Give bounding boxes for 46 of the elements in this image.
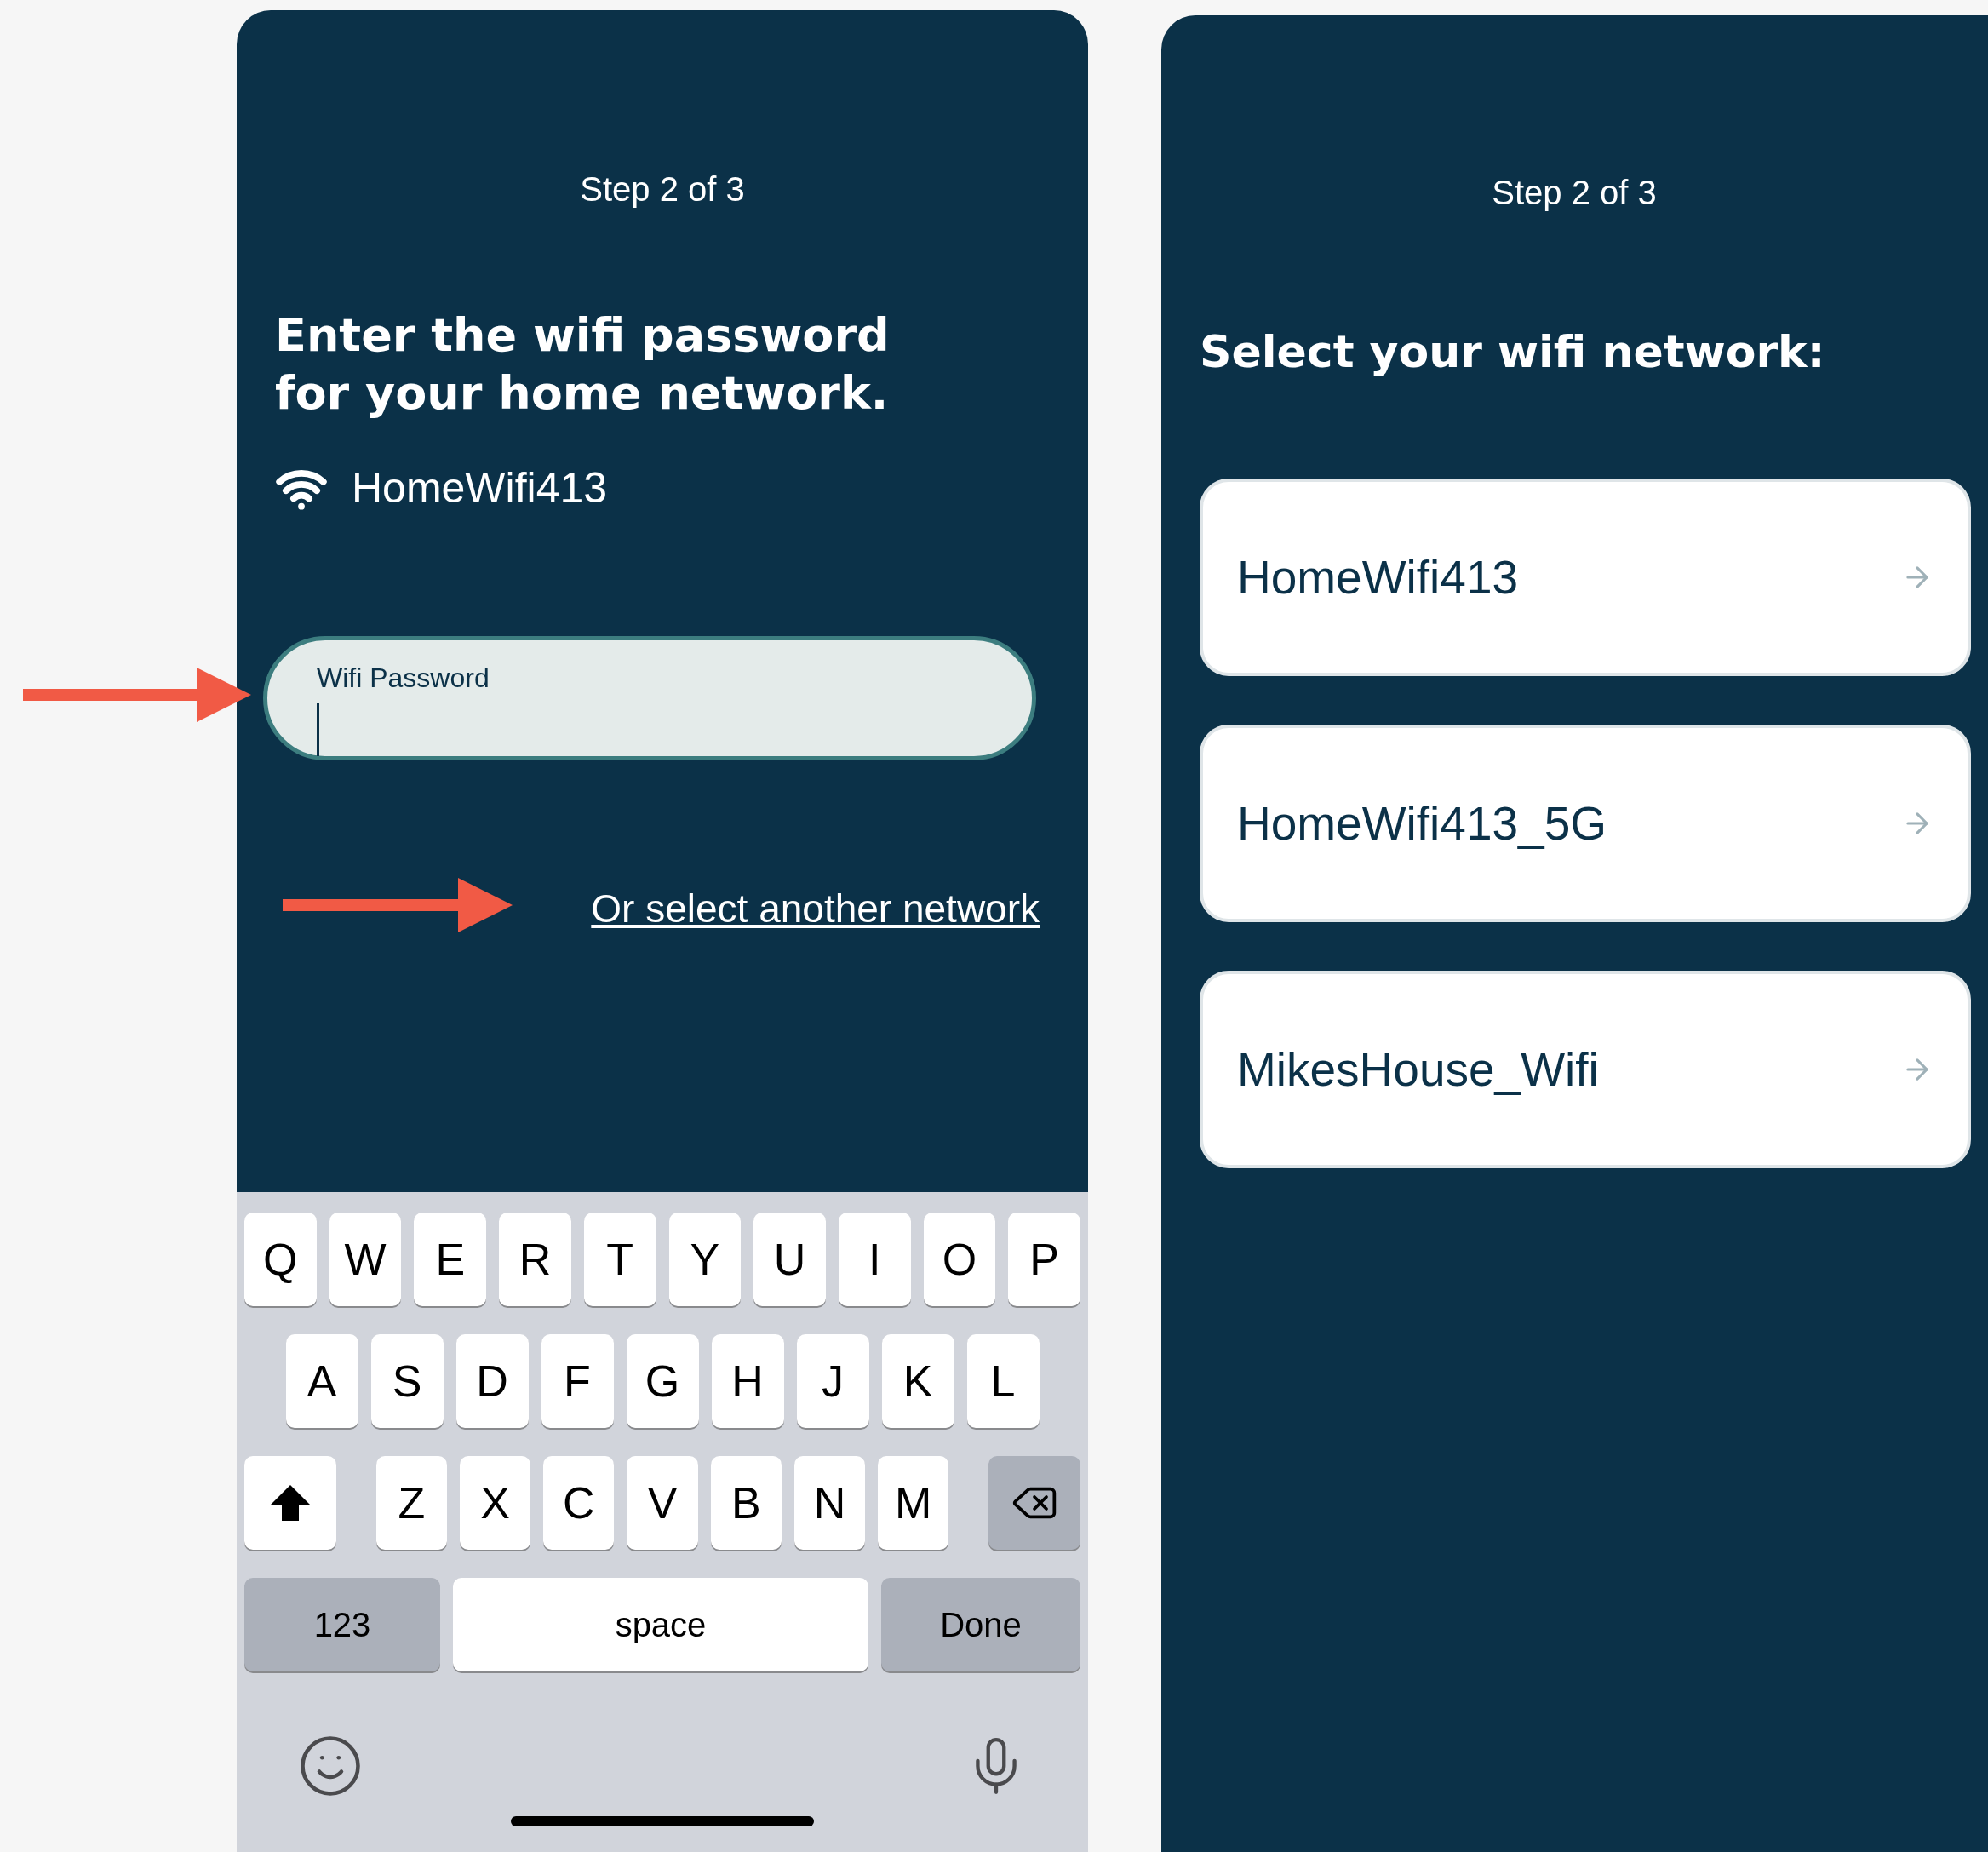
network-name: HomeWifi413	[352, 463, 608, 513]
text-cursor	[317, 703, 319, 756]
keyboard-key[interactable]: M	[878, 1456, 949, 1550]
keyboard-key[interactable]: G	[626, 1334, 699, 1428]
keyboard-key[interactable]: R	[499, 1213, 571, 1306]
keyboard-key[interactable]: H	[711, 1334, 784, 1428]
keyboard-key[interactable]: O	[923, 1213, 996, 1306]
page-heading: Enter the wifi password for your home network.	[275, 307, 891, 421]
step-indicator: Step 2 of 3	[1491, 173, 1658, 213]
select-network-link[interactable]: Or select another network	[591, 880, 1040, 938]
field-label: Wifi Password	[317, 662, 490, 695]
network-card[interactable]: HomeWifi413_5G	[1200, 725, 1971, 922]
keyboard-key[interactable]: E	[414, 1213, 487, 1306]
keyboard-key[interactable]: V	[627, 1456, 698, 1550]
keyboard-key[interactable]: T	[583, 1213, 656, 1306]
keyboard-key[interactable]: W	[329, 1213, 402, 1306]
network-card[interactable]: HomeWifi413	[1200, 479, 1971, 676]
page-heading: Select your wifi network:	[1200, 325, 1826, 379]
keyboard-key[interactable]: I	[838, 1213, 911, 1306]
network-name: HomeWifi413	[1237, 549, 1519, 605]
keyboard-key[interactable]: S	[370, 1334, 444, 1428]
network-name: HomeWifi413_5G	[1237, 795, 1607, 851]
keyboard-key[interactable]: J	[796, 1334, 869, 1428]
keyboard-key[interactable]: A	[285, 1334, 358, 1428]
keyboard-key[interactable]: U	[753, 1213, 826, 1306]
keyboard-key[interactable]: K	[881, 1334, 954, 1428]
keyboard-key[interactable]: D	[455, 1334, 529, 1428]
done-key[interactable]: Done	[881, 1578, 1080, 1671]
keyboard-key[interactable]: Z	[375, 1456, 447, 1550]
network-name: MikesHouse_Wifi	[1237, 1041, 1599, 1098]
numbers-key[interactable]: 123	[244, 1578, 440, 1671]
password-field[interactable]: Wifi Password	[263, 636, 1036, 760]
keyboard-key[interactable]: C	[543, 1456, 615, 1550]
step-indicator: Step 2 of 3	[579, 169, 746, 209]
space-key[interactable]: space	[453, 1578, 868, 1671]
network-card[interactable]: MikesHouse_Wifi	[1200, 971, 1971, 1168]
keyboard-key[interactable]: P	[1008, 1213, 1080, 1306]
backspace-key[interactable]	[988, 1456, 1081, 1550]
keyboard-key[interactable]: L	[966, 1334, 1040, 1428]
keyboard-key[interactable]: Y	[668, 1213, 742, 1306]
keyboard-key[interactable]: F	[541, 1334, 614, 1428]
keyboard-key[interactable]: B	[710, 1456, 782, 1550]
keyboard-key[interactable]: X	[459, 1456, 531, 1550]
keyboard-key[interactable]: Q	[244, 1213, 317, 1306]
shift-key[interactable]	[244, 1456, 336, 1550]
keyboard-key[interactable]: N	[793, 1456, 866, 1550]
